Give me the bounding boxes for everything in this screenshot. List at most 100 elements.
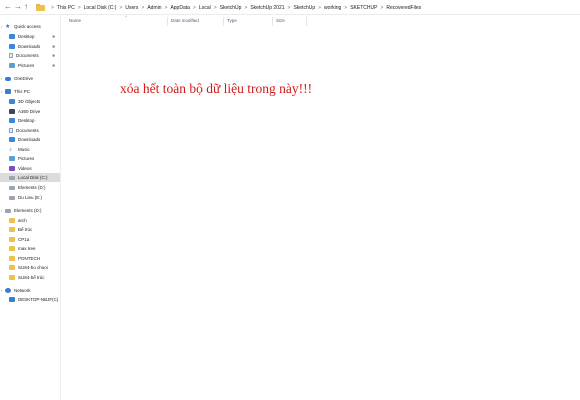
breadcrumb-separator[interactable]: > bbox=[244, 5, 247, 11]
folder-icon bbox=[9, 237, 15, 242]
sidebar-item[interactable]: arch bbox=[0, 216, 60, 225]
folder-icon bbox=[9, 256, 15, 261]
sidebar-item-label: Bể trúc bbox=[18, 227, 33, 232]
sidebar-item-label: Local Disk (C:) bbox=[18, 175, 48, 180]
sidebar-item[interactable]: Documents ✱ bbox=[0, 51, 60, 60]
sidebar-item-label: Documents bbox=[16, 128, 39, 133]
folder-icon bbox=[9, 246, 15, 251]
column-date-modified[interactable]: Date modified bbox=[171, 18, 199, 23]
sidebar-item[interactable]: › Elements (D:) bbox=[0, 206, 60, 215]
breadcrumb-item[interactable]: Local bbox=[199, 5, 211, 11]
breadcrumb-separator[interactable]: > bbox=[288, 5, 291, 11]
breadcrumb-item[interactable]: SKETCHUP bbox=[350, 5, 377, 11]
breadcrumb-separator[interactable]: > bbox=[318, 5, 321, 11]
breadcrumb-item[interactable]: Users bbox=[125, 5, 138, 11]
music-icon: ♪ bbox=[9, 147, 12, 153]
sidebar-item[interactable]: SU84-bể trúc bbox=[0, 273, 60, 282]
sidebar-item[interactable]: DESKTOP-NBJF(C) bbox=[0, 295, 60, 304]
sidebar-item-label: Elements (D:) bbox=[18, 185, 46, 190]
breadcrumb-item[interactable]: Local Disk (C:) bbox=[84, 5, 117, 11]
sidebar-item[interactable]: Desktop ✱ bbox=[0, 32, 60, 41]
breadcrumb-separator[interactable]: > bbox=[344, 5, 347, 11]
chevron-right-icon[interactable]: › bbox=[1, 89, 2, 94]
breadcrumb-item[interactable]: This PC bbox=[57, 5, 75, 11]
breadcrumb-item[interactable]: Admin bbox=[147, 5, 161, 11]
back-arrow-icon[interactable]: ← bbox=[4, 3, 12, 11]
sidebar-item-label: Du Lieu (E:) bbox=[18, 195, 43, 200]
breadcrumb-item[interactable]: SketchUp bbox=[293, 5, 315, 11]
column-header: Name ^ Date modified Type Size bbox=[61, 14, 580, 27]
chevron-right-icon[interactable]: › bbox=[1, 208, 2, 213]
column-divider[interactable] bbox=[167, 17, 168, 26]
sort-caret-icon: ^ bbox=[125, 14, 127, 19]
sidebar-item[interactable]: › OneDrive bbox=[0, 74, 60, 83]
breadcrumb-item[interactable]: working bbox=[324, 5, 341, 11]
chevron-right-icon[interactable]: › bbox=[1, 288, 2, 293]
breadcrumb-separator[interactable]: > bbox=[78, 5, 81, 11]
breadcrumb-item[interactable]: RecoveredFiles bbox=[386, 5, 421, 11]
sidebar-item[interactable]: max tree bbox=[0, 244, 60, 253]
video-icon bbox=[9, 166, 15, 171]
forward-arrow-icon[interactable]: → bbox=[14, 3, 22, 11]
breadcrumb-item[interactable]: SketchUp bbox=[220, 5, 242, 11]
pictures-icon bbox=[9, 63, 15, 68]
sidebar-item-label: Desktop bbox=[18, 34, 35, 39]
breadcrumb-separator[interactable]: > bbox=[165, 5, 168, 11]
column-divider[interactable] bbox=[272, 17, 273, 26]
sidebar-item[interactable]: Local Disk (C:) bbox=[0, 173, 60, 182]
up-arrow-icon[interactable]: ↑ bbox=[24, 3, 28, 11]
sidebar-item-label: Downloads bbox=[18, 44, 41, 49]
pin-icon: ✱ bbox=[52, 63, 56, 68]
breadcrumb-separator[interactable]: > bbox=[119, 5, 122, 11]
drive-icon bbox=[9, 175, 15, 180]
column-divider[interactable] bbox=[223, 17, 224, 26]
sidebar-item-label: Pictures bbox=[18, 156, 35, 161]
desktop-icon bbox=[9, 34, 15, 39]
sidebar-item[interactable]: › This PC bbox=[0, 87, 60, 96]
sidebar-item[interactable]: CP1a bbox=[0, 235, 60, 244]
column-name[interactable]: Name bbox=[69, 18, 81, 23]
breadcrumb-separator[interactable]: > bbox=[214, 5, 217, 11]
star-icon: ★ bbox=[5, 23, 11, 30]
sidebar-item-label: This PC bbox=[14, 89, 31, 94]
sidebar-item[interactable]: Pictures bbox=[0, 154, 60, 163]
sidebar-item[interactable]: › Network bbox=[0, 286, 60, 295]
pin-icon: ✱ bbox=[52, 53, 56, 58]
breadcrumb-separator[interactable]: > bbox=[141, 5, 144, 11]
address-bar[interactable]: ← → ↑ > This PC > Local Disk (C:) > Users > Adm… bbox=[0, 0, 580, 15]
chevron-right-icon[interactable]: › bbox=[1, 76, 2, 81]
sidebar-item[interactable]: PONTECH bbox=[0, 254, 60, 263]
folder-icon bbox=[36, 4, 45, 11]
breadcrumb-separator[interactable]: > bbox=[51, 5, 54, 11]
breadcrumb-item[interactable]: SketchUp 2021 bbox=[250, 5, 284, 11]
sidebar-item-label: DESKTOP-NBJF(C) bbox=[18, 297, 59, 302]
sidebar-item[interactable]: › ★ Quick access bbox=[0, 22, 60, 31]
column-divider[interactable] bbox=[306, 17, 307, 26]
sidebar-item[interactable]: Videos bbox=[0, 164, 60, 173]
column-type[interactable]: Type bbox=[227, 18, 237, 23]
computer-icon bbox=[5, 89, 11, 94]
column-size[interactable]: Size bbox=[276, 18, 285, 23]
sidebar-item[interactable]: Elements (D:) bbox=[0, 183, 60, 192]
sidebar-item[interactable]: Downloads ✱ bbox=[0, 42, 60, 51]
sidebar-item[interactable]: ♪ Music bbox=[0, 145, 60, 154]
sidebar-item-label: A360 Drive bbox=[18, 109, 41, 114]
breadcrumb-item[interactable]: AppData bbox=[170, 5, 189, 11]
sidebar-item[interactable]: Documents bbox=[0, 126, 60, 135]
sidebar-item[interactable]: A360 Drive bbox=[0, 107, 60, 116]
sidebar-item[interactable]: Desktop bbox=[0, 116, 60, 125]
sidebar-item[interactable]: SU84-bo chuoi bbox=[0, 263, 60, 272]
sidebar-item[interactable]: 3D Objects bbox=[0, 97, 60, 106]
file-list[interactable]: Name ^ Date modified Type Size bbox=[61, 14, 580, 400]
sidebar-item[interactable]: Bể trúc bbox=[0, 225, 60, 234]
sidebar-item[interactable]: Downloads bbox=[0, 135, 60, 144]
chevron-right-icon[interactable]: › bbox=[1, 24, 2, 29]
sidebar-item[interactable]: Pictures ✱ bbox=[0, 61, 60, 70]
breadcrumb-separator[interactable]: > bbox=[193, 5, 196, 11]
breadcrumb-separator[interactable]: > bbox=[380, 5, 383, 11]
sidebar-item[interactable]: Du Lieu (E:) bbox=[0, 193, 60, 202]
sidebar-item-label: PONTECH bbox=[18, 256, 41, 261]
sidebar-item-label: arch bbox=[18, 218, 27, 223]
download-icon bbox=[9, 44, 15, 49]
sidebar-item-label: Quick access bbox=[14, 24, 41, 29]
